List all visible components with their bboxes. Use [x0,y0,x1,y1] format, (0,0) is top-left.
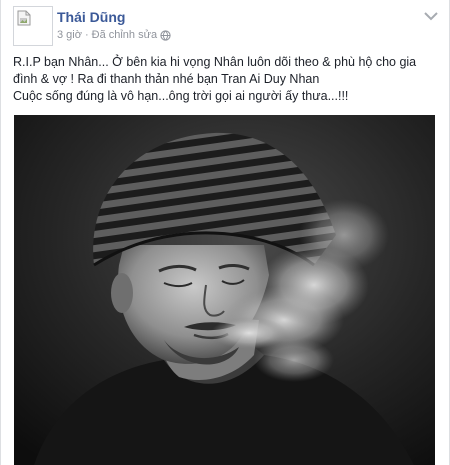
post-photo[interactable] [14,115,435,465]
post-text-line: R.I.P bạn Nhân... Ở bên kia hi vọng Nhân… [13,55,417,69]
edited-label[interactable]: Đã chỉnh sửa [92,29,157,41]
meta-separator: · [84,29,89,41]
chevron-down-icon[interactable] [423,10,439,22]
feed-post: Thái Dũng 3 giờ · Đã chỉnh sửa R.I.P bạn… [0,0,450,465]
post-meta: 3 giờ · Đã chỉnh sửa [57,29,171,41]
globe-icon [160,29,171,41]
broken-image-icon [17,10,31,26]
post-author-link[interactable]: Thái Dũng [57,9,125,25]
post-text-line: đình & vợ ! Ra đi thanh thản nhé bạn Tra… [13,72,320,86]
post-text: R.I.P bạn Nhân... Ở bên kia hi vọng Nhân… [13,54,441,105]
portrait-image [14,115,435,465]
author-avatar[interactable] [13,6,53,46]
post-text-line: Cuộc sống đúng là vô hạn...ông trời gọi … [13,89,349,103]
post-timestamp[interactable]: 3 giờ [57,29,82,41]
